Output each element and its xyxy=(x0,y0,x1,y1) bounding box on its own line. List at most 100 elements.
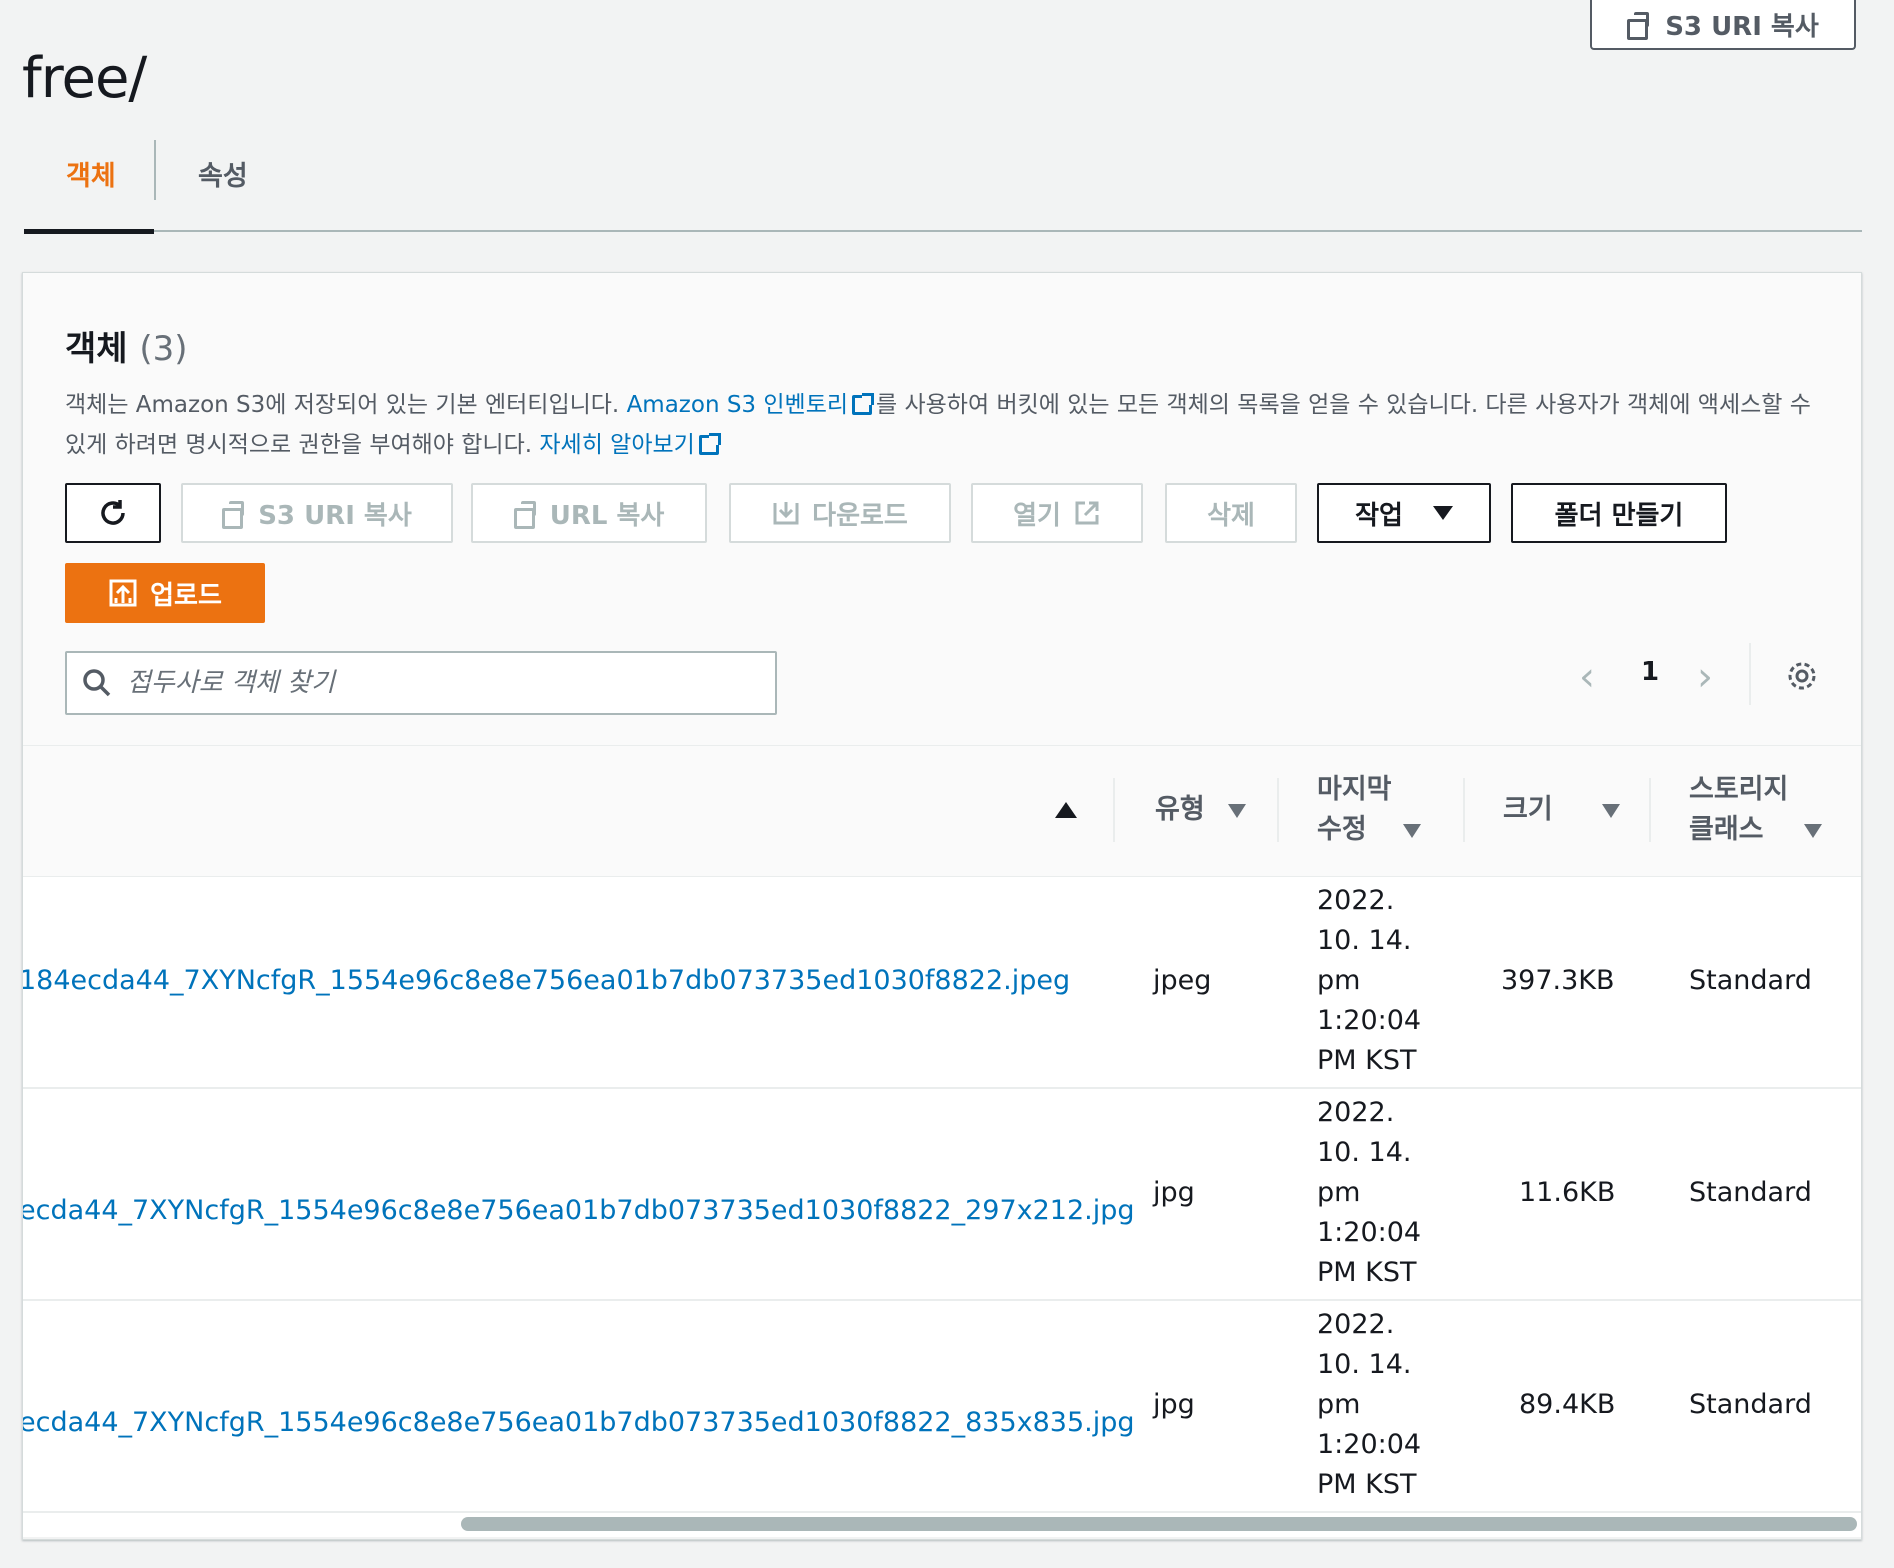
objects-heading: 객체 (3) xyxy=(65,321,188,370)
active-tab-indicator xyxy=(24,229,154,234)
object-storage-class: Standard xyxy=(1689,1389,1812,1420)
external-link-icon xyxy=(1075,501,1099,525)
objects-description: 객체는 Amazon S3에 저장되어 있는 기본 엔터티입니다. Amazon… xyxy=(65,385,1835,465)
sort-icon xyxy=(1602,804,1621,818)
search-icon xyxy=(83,669,111,697)
column-divider xyxy=(1277,778,1279,842)
create-folder-label: 폴더 만들기 xyxy=(1554,500,1684,531)
storage-class-header-line1: 스토리지 xyxy=(1689,774,1789,805)
column-divider xyxy=(1113,778,1115,842)
object-storage-class: Standard xyxy=(1689,1177,1812,1208)
download-icon xyxy=(773,502,799,525)
table-row[interactable]: 184ecda44_7XYNcfgR_1554e96c8e8e756ea01b7… xyxy=(23,877,1861,1089)
previous-page-icon[interactable]: ‹ xyxy=(1579,657,1595,697)
modified-line: 10. 14. xyxy=(1317,1137,1412,1168)
size-header-label: 크기 xyxy=(1503,794,1553,825)
copy-url-button[interactable]: URL 복사 xyxy=(471,483,707,543)
object-storage-class: Standard xyxy=(1689,965,1812,996)
upload-button[interactable]: 업로드 xyxy=(65,563,265,623)
modified-line: 10. 14. xyxy=(1317,1349,1412,1380)
copy-icon xyxy=(1627,12,1651,40)
sort-icon xyxy=(1803,824,1822,838)
gear-icon[interactable] xyxy=(1785,659,1819,693)
refresh-icon xyxy=(101,500,125,525)
external-link-icon xyxy=(852,393,875,415)
upload-icon xyxy=(109,579,137,607)
copy-s3-uri-button[interactable]: S3 URI 복사 xyxy=(181,483,453,543)
modified-line: 1:20:04 xyxy=(1317,1005,1422,1036)
download-button[interactable]: 다운로드 xyxy=(729,483,951,543)
refresh-button[interactable] xyxy=(65,483,161,543)
copy-s3-uri-header-button[interactable]: S3 URI 복사 xyxy=(1590,0,1856,50)
column-header-type[interactable]: 유형 xyxy=(1155,790,1247,830)
objects-heading-label: 객체 xyxy=(65,329,128,369)
sort-icon xyxy=(1228,804,1247,818)
table-row[interactable]: ecda44_7XYNcfgR_1554e96c8e8e756ea01b7db0… xyxy=(23,1089,1861,1301)
object-name-link[interactable]: ecda44_7XYNcfgR_1554e96c8e8e756ea01b7db0… xyxy=(23,1403,1135,1443)
object-type: jpeg xyxy=(1153,965,1212,996)
sort-ascending-icon[interactable] xyxy=(1055,802,1077,818)
create-folder-button[interactable]: 폴더 만들기 xyxy=(1511,483,1727,543)
actions-dropdown[interactable]: 작업 xyxy=(1317,483,1491,543)
modified-line: 1:20:04 xyxy=(1317,1429,1422,1460)
column-header-size[interactable]: 크기 xyxy=(1503,790,1621,830)
next-page-icon[interactable]: › xyxy=(1697,657,1713,697)
column-divider xyxy=(1463,778,1465,842)
object-name-link[interactable]: 184ecda44_7XYNcfgR_1554e96c8e8e756ea01b7… xyxy=(23,961,1070,1001)
modified-line: PM KST xyxy=(1317,1045,1417,1076)
open-button[interactable]: 열기 xyxy=(971,483,1143,543)
tab-bar: 객체 속성 xyxy=(24,130,1862,234)
upload-label: 업로드 xyxy=(150,580,222,611)
table-row[interactable]: ecda44_7XYNcfgR_1554e96c8e8e756ea01b7db0… xyxy=(23,1301,1861,1513)
object-last-modified: 2022. 10. 14. pm 1:20:04 PM KST xyxy=(1317,1093,1421,1293)
last-modified-header-line1: 마지막 xyxy=(1317,774,1392,805)
object-name-link[interactable]: ecda44_7XYNcfgR_1554e96c8e8e756ea01b7db0… xyxy=(23,1191,1135,1231)
delete-button[interactable]: 삭제 xyxy=(1165,483,1297,543)
table-header: 유형 마지막 수정 크기 스토리지 클래스 xyxy=(23,745,1861,878)
tab-divider xyxy=(154,140,156,200)
tab-properties[interactable]: 속성 xyxy=(198,154,248,193)
modified-line: pm xyxy=(1317,965,1361,996)
objects-panel: 객체 (3) 객체는 Amazon S3에 저장되어 있는 기본 엔터티입니다.… xyxy=(22,272,1862,1540)
type-header-label: 유형 xyxy=(1155,794,1205,825)
caret-down-icon xyxy=(1432,506,1453,520)
horizontal-scrollbar-thumb[interactable] xyxy=(461,1517,1857,1531)
learn-more-label: 자세히 알아보기 xyxy=(539,432,695,458)
tab-objects[interactable]: 객체 xyxy=(66,154,116,193)
modified-line: PM KST xyxy=(1317,1469,1417,1500)
last-modified-header-line2: 수정 xyxy=(1317,814,1367,845)
object-type: jpg xyxy=(1153,1177,1195,1208)
open-label: 열기 xyxy=(1013,500,1061,531)
modified-line: 10. 14. xyxy=(1317,925,1412,956)
object-size: 89.4KB xyxy=(1519,1389,1616,1420)
object-type: jpg xyxy=(1153,1389,1195,1420)
object-search-field[interactable] xyxy=(65,651,777,715)
download-label: 다운로드 xyxy=(812,500,908,531)
column-header-last-modified[interactable]: 마지막 수정 xyxy=(1317,770,1421,850)
sort-icon xyxy=(1402,824,1421,838)
modified-line: 1:20:04 xyxy=(1317,1217,1422,1248)
copy-url-label: URL 복사 xyxy=(549,500,665,531)
objects-count: (3) xyxy=(139,329,188,369)
copy-s3-uri-header-label: S3 URI 복사 xyxy=(1665,11,1819,42)
column-header-storage-class[interactable]: 스토리지 클래스 xyxy=(1689,770,1822,850)
learn-more-link[interactable]: 자세히 알아보기 xyxy=(539,432,722,458)
object-search-input[interactable] xyxy=(125,667,729,699)
modified-line: pm xyxy=(1317,1177,1361,1208)
modified-line: PM KST xyxy=(1317,1257,1417,1288)
page-title: free/ xyxy=(22,45,147,111)
current-page[interactable]: 1 xyxy=(1641,657,1659,687)
column-divider xyxy=(1649,778,1651,842)
object-last-modified: 2022. 10. 14. pm 1:20:04 PM KST xyxy=(1317,881,1421,1081)
modified-line: 2022. xyxy=(1317,1097,1395,1128)
external-link-icon xyxy=(698,433,721,455)
inventory-link[interactable]: Amazon S3 인벤토리 xyxy=(627,392,876,418)
storage-class-header-line2: 클래스 xyxy=(1689,814,1764,845)
copy-icon xyxy=(222,501,246,529)
delete-label: 삭제 xyxy=(1207,500,1255,531)
object-size: 11.6KB xyxy=(1519,1177,1616,1208)
object-last-modified: 2022. 10. 14. pm 1:20:04 PM KST xyxy=(1317,1305,1421,1505)
pagination-divider xyxy=(1749,643,1751,705)
copy-icon xyxy=(513,501,538,529)
modified-line: 2022. xyxy=(1317,1309,1395,1340)
